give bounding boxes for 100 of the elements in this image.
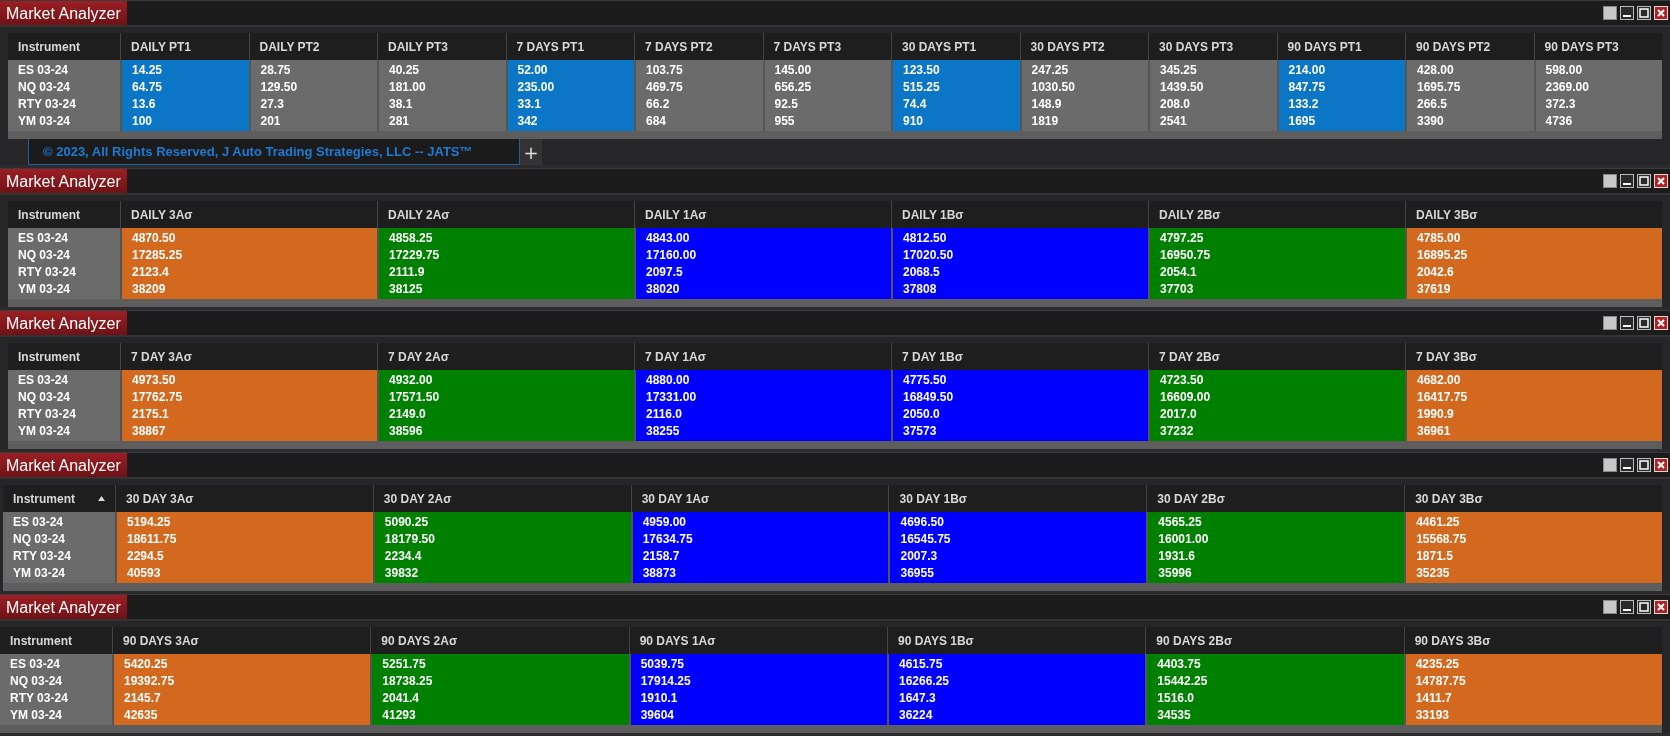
table-cell-text: 14787.75 <box>1415 673 1467 690</box>
instrument-cell-text: YM 03-24 <box>18 113 72 130</box>
table-cell-text: 39604 <box>640 707 676 724</box>
maximize-icon[interactable] <box>1637 458 1651 472</box>
instrument-cell-text: ES 03-24 <box>18 372 70 389</box>
table-cell-text: 2369.00 <box>1545 79 1590 96</box>
table-cell-text: 18611.75 <box>127 531 178 548</box>
table-cell-text: 38596 <box>389 423 424 440</box>
minimize-icon[interactable] <box>1620 6 1634 20</box>
table-cell-text: 148.9 <box>1031 96 1063 113</box>
instrument-cell-text: NQ 03-24 <box>18 79 72 96</box>
table-cell-text: 38209 <box>132 281 167 298</box>
table-cell-text: 1695.75 <box>1417 79 1462 96</box>
minimize-icon[interactable] <box>1620 174 1634 188</box>
column-header[interactable]: Instrument <box>8 201 120 228</box>
tab[interactable]: © 2023, All Rights Reserved, J Auto Trading Strategies, LLC -- JATS™ <box>28 139 520 165</box>
table-cell-text: 17160.00 <box>646 247 698 264</box>
table-cell-text: 3390 <box>1417 113 1445 130</box>
table-cell-text: 2541 <box>1160 113 1188 130</box>
table-cell-text: 16266.25 <box>899 673 951 690</box>
column-header[interactable]: Instrument <box>8 33 120 60</box>
instrument-cell-text: YM 03-24 <box>10 707 64 724</box>
table-cell-text: 955 <box>774 113 796 130</box>
instrument-cell-text: RTY 03-24 <box>18 96 77 113</box>
column-header[interactable]: Instrument <box>8 343 120 370</box>
table-cell-text: 41293 <box>382 707 417 724</box>
instrument-cell-text: ES 03-24 <box>10 656 62 673</box>
table-cell-text: 2116.0 <box>646 406 684 423</box>
table-cell-text: 35996 <box>1158 565 1193 582</box>
table-cell-text: 214.00 <box>1288 62 1327 79</box>
table-cell-text: 38873 <box>642 565 678 582</box>
window-title: Market Analyzer <box>0 169 127 193</box>
instrument-cell-text: RTY 03-24 <box>13 548 72 565</box>
table-cell-text: 38867 <box>132 423 167 440</box>
table-cell-text: 910 <box>903 113 925 130</box>
table-cell-text: 1030.50 <box>1031 79 1076 96</box>
table-cell-text: 1819 <box>1031 113 1060 130</box>
table-cell-text: 4932.00 <box>389 372 434 389</box>
instrument-cell-text: ES 03-24 <box>18 230 70 247</box>
table-cell-text: 4797.25 <box>1160 230 1205 247</box>
table-cell-text: 4880.00 <box>646 372 691 389</box>
table-cell-text: 129.50 <box>260 79 299 96</box>
table-cell-text: 4615.75 <box>899 656 944 673</box>
table-cell-text: 33193 <box>1415 707 1450 724</box>
table-cell-text: 52.00 <box>517 62 549 79</box>
minimize-icon[interactable] <box>1620 600 1634 614</box>
table-cell-text: 247.25 <box>1031 62 1070 79</box>
table-cell-text: 5039.75 <box>640 656 686 673</box>
window-title: Market Analyzer <box>0 595 127 619</box>
table-cell-text: 38255 <box>646 423 681 440</box>
column-header[interactable]: Instrument <box>0 627 112 654</box>
table-cell-text: 38.1 <box>389 96 414 113</box>
table-cell-text: 17331.00 <box>646 389 698 406</box>
header-label: Instrument <box>18 39 80 54</box>
header-label: Instrument <box>10 633 72 648</box>
header-label: Instrument <box>18 349 80 364</box>
table-cell-text: 19392.75 <box>124 673 176 690</box>
close-icon[interactable] <box>1654 174 1668 188</box>
header-label: Instrument <box>13 491 75 506</box>
add-tab-button[interactable]: + <box>520 139 542 165</box>
close-icon[interactable] <box>1654 316 1668 330</box>
maximize-icon[interactable] <box>1637 316 1651 330</box>
maximize-icon[interactable] <box>1637 600 1651 614</box>
instrument-cell-text: NQ 03-24 <box>18 247 72 264</box>
table-cell-text: 36224 <box>899 707 934 724</box>
table-cell-text: 1439.50 <box>1160 79 1205 96</box>
close-icon[interactable] <box>1654 600 1668 614</box>
instrument-cell-text: NQ 03-24 <box>10 673 64 690</box>
instrument-cell-text: RTY 03-24 <box>18 406 77 423</box>
column-header[interactable]: Instrument <box>3 485 115 512</box>
table-cell-text: 40593 <box>127 565 162 582</box>
table-cell-text: 5194.25 <box>127 514 172 531</box>
table-cell-text: 15442.25 <box>1157 673 1209 690</box>
instrument-cell-text: RTY 03-24 <box>18 264 77 281</box>
table-cell-text: 42635 <box>124 707 159 724</box>
table-cell-text: 4461.25 <box>1416 514 1461 531</box>
close-icon[interactable] <box>1654 458 1668 472</box>
table-cell-text: 28.75 <box>260 62 292 79</box>
table-cell-text: 92.5 <box>774 96 799 113</box>
table-cell-text: 266.5 <box>1417 96 1449 113</box>
table-cell-text: 66.2 <box>646 96 671 113</box>
minimize-icon[interactable] <box>1620 316 1634 330</box>
table-cell-text: 2111.9 <box>389 264 426 281</box>
table-cell-text: 235.00 <box>517 79 556 96</box>
table-cell-text: 598.00 <box>1545 62 1584 79</box>
table-cell-text: 469.75 <box>646 79 684 96</box>
window-title: Market Analyzer <box>0 1 127 25</box>
minimize-icon[interactable] <box>1620 458 1634 472</box>
table-cell-text: 4775.50 <box>903 372 948 389</box>
table-cell-text: 5090.25 <box>384 514 430 531</box>
maximize-icon[interactable] <box>1637 174 1651 188</box>
table-cell-text: 37232 <box>1160 423 1195 440</box>
instrument-cell-text: NQ 03-24 <box>13 531 67 548</box>
table-cell-text: 1871.5 <box>1416 548 1454 565</box>
table-cell-text: 17229.75 <box>389 247 441 264</box>
table-cell-text: 38020 <box>646 281 681 298</box>
table-cell-text: 16417.75 <box>1417 389 1469 406</box>
maximize-icon[interactable] <box>1637 6 1651 20</box>
close-icon[interactable] <box>1654 6 1668 20</box>
table-cell-text: 4565.25 <box>1158 514 1203 531</box>
